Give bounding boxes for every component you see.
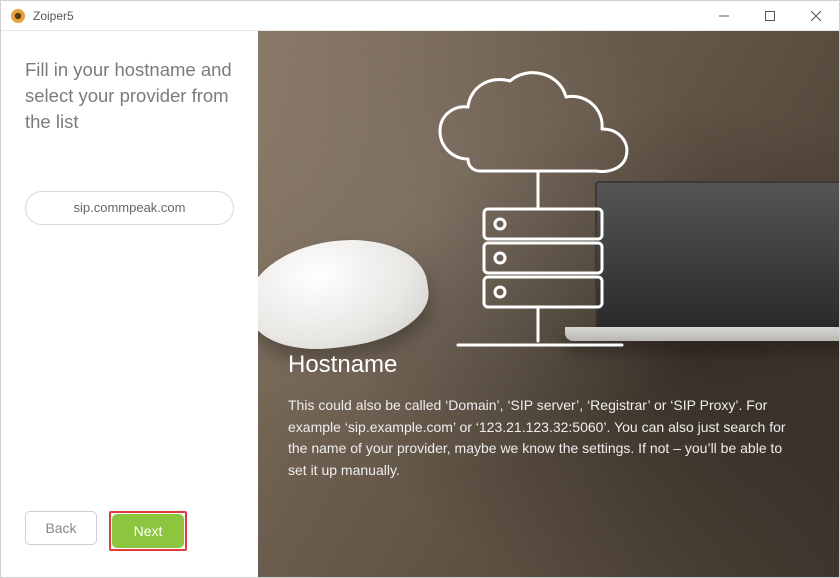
left-pane: Fill in your hostname and select your pr…: [1, 31, 258, 577]
cloud-server-doodle-icon: [398, 69, 688, 379]
hostname-input[interactable]: [25, 191, 234, 225]
back-button[interactable]: Back: [25, 511, 97, 545]
window-close-button[interactable]: [793, 1, 839, 31]
instructions-text: Fill in your hostname and select your pr…: [25, 57, 234, 135]
window-maximize-button[interactable]: [747, 1, 793, 31]
info-block: Hostname This could also be called ‘Doma…: [288, 351, 799, 482]
next-button[interactable]: Next: [112, 514, 184, 548]
hostname-input-wrap: [25, 191, 234, 225]
next-button-highlight: Next: [109, 511, 187, 551]
right-pane: Hostname This could also be called ‘Doma…: [258, 31, 839, 577]
info-heading: Hostname: [288, 351, 799, 379]
content-area: Fill in your hostname and select your pr…: [1, 31, 839, 577]
app-title: Zoiper5: [33, 9, 74, 23]
titlebar: Zoiper5: [1, 1, 839, 31]
button-row: Back Next: [25, 511, 234, 553]
info-body: This could also be called ‘Domain’, ‘SIP…: [288, 395, 799, 482]
app-window: Zoiper5 Fill in your hostname and select…: [0, 0, 840, 578]
app-icon: [9, 7, 27, 25]
window-minimize-button[interactable]: [701, 1, 747, 31]
